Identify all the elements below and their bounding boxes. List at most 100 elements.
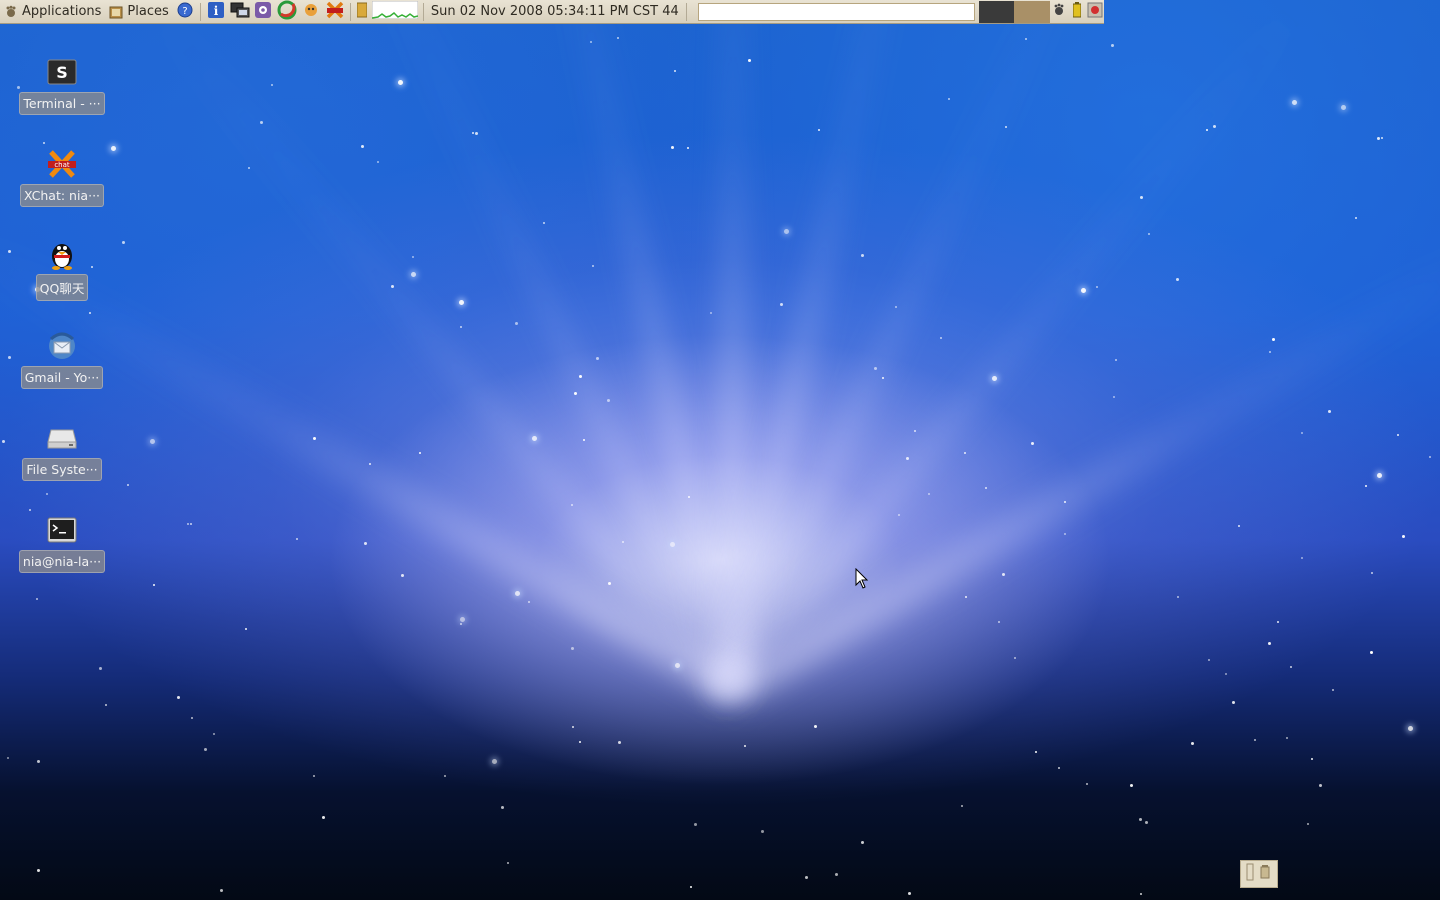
star	[322, 816, 325, 819]
panel-separator	[685, 2, 687, 21]
star	[1268, 642, 1271, 645]
star	[459, 300, 464, 305]
star	[364, 542, 367, 545]
star	[271, 84, 273, 86]
shutdown-icon	[1087, 2, 1103, 22]
system-monitor-applet[interactable]	[371, 0, 419, 23]
info-icon: i	[207, 1, 225, 23]
star	[1002, 573, 1005, 576]
top-panel: Applications Places ? i Sun 02 Nov 2008 …	[0, 0, 1104, 24]
tray-item-shutdown[interactable]	[1086, 1, 1104, 23]
search-input[interactable]	[697, 2, 975, 21]
star	[1140, 893, 1142, 895]
star	[805, 876, 808, 879]
star	[1290, 666, 1292, 668]
desktop-icon-xchat[interactable]: chat XChat: nia···	[16, 148, 108, 207]
star	[583, 439, 585, 441]
star	[908, 892, 911, 895]
desktop-wallpaper[interactable]	[0, 0, 1440, 900]
star	[260, 121, 263, 124]
star	[153, 584, 155, 586]
applications-menu[interactable]: Applications	[0, 0, 105, 24]
tray-item-gnome[interactable]	[1050, 1, 1068, 23]
star	[607, 399, 610, 402]
star	[1332, 689, 1334, 691]
star	[444, 775, 446, 777]
places-menu[interactable]: Places	[105, 0, 172, 24]
star	[688, 496, 690, 498]
workspace-2[interactable]	[1014, 0, 1051, 23]
star	[1140, 196, 1143, 199]
star	[515, 591, 520, 596]
desktop-icon-terminal[interactable]: nia@nia-la···	[16, 514, 108, 573]
xchat-launcher[interactable]	[324, 1, 346, 23]
star	[694, 823, 697, 826]
star	[419, 452, 421, 454]
help-button[interactable]: ?	[174, 1, 196, 23]
star	[744, 745, 746, 747]
star	[528, 601, 530, 603]
desktop-icon-qq[interactable]: QQ聊天	[16, 238, 108, 301]
star	[1301, 432, 1303, 434]
qq-launcher[interactable]	[300, 1, 322, 23]
star	[1177, 596, 1179, 598]
star	[1025, 38, 1027, 40]
desktop-icon-label: Terminal - ···	[19, 92, 105, 115]
star	[1381, 137, 1383, 139]
star	[213, 733, 215, 735]
star	[1115, 359, 1117, 361]
info-launcher[interactable]: i	[205, 1, 227, 23]
star	[571, 504, 573, 506]
workspace-1[interactable]	[978, 0, 1015, 23]
star	[835, 873, 838, 876]
applications-label: Applications	[22, 4, 102, 19]
star	[1213, 125, 1216, 128]
star	[391, 285, 394, 288]
star	[37, 869, 40, 872]
places-label: Places	[127, 4, 169, 19]
star	[1130, 784, 1133, 787]
tray-item-battery[interactable]	[1068, 1, 1086, 23]
star	[674, 70, 676, 72]
star	[99, 667, 102, 670]
network-launcher[interactable]	[229, 1, 251, 23]
settings-launcher[interactable]	[252, 1, 274, 23]
star	[1096, 286, 1098, 288]
trash-icon	[1245, 862, 1273, 886]
star	[515, 322, 518, 325]
star	[29, 509, 31, 511]
star	[1272, 338, 1275, 341]
star	[1014, 657, 1016, 659]
star	[460, 617, 465, 622]
star	[784, 229, 789, 234]
bottom-panel-applet[interactable]	[1240, 860, 1278, 888]
star	[1341, 105, 1346, 110]
settings-icon	[254, 1, 272, 23]
star	[46, 493, 48, 495]
star	[7, 757, 9, 759]
desktop-icon-gmail[interactable]: Gmail - Yo···	[16, 330, 108, 389]
star	[1176, 278, 1179, 281]
star	[105, 704, 107, 706]
star	[1064, 533, 1066, 535]
star	[992, 376, 997, 381]
drive-icon	[46, 422, 78, 454]
star	[8, 250, 11, 253]
star	[1254, 739, 1256, 741]
browser-launcher[interactable]	[276, 0, 298, 23]
star	[122, 241, 125, 244]
star	[1277, 621, 1279, 623]
star	[579, 741, 581, 743]
star	[761, 830, 764, 833]
desktop-icon-filesystem[interactable]: File Syste···	[16, 422, 108, 481]
star	[1319, 784, 1322, 787]
aurora-ray	[142, 0, 731, 694]
terminal-s-icon: S	[46, 56, 78, 88]
star	[906, 457, 909, 460]
desktop-icon-terminal-s[interactable]: S Terminal - ···	[16, 56, 108, 115]
panel-drawer[interactable]	[355, 1, 369, 23]
clock[interactable]: Sun 02 Nov 2008 05:34:11 PM CST 44	[427, 4, 683, 19]
star	[622, 541, 624, 543]
star	[940, 337, 942, 339]
svg-text:chat: chat	[54, 161, 70, 169]
